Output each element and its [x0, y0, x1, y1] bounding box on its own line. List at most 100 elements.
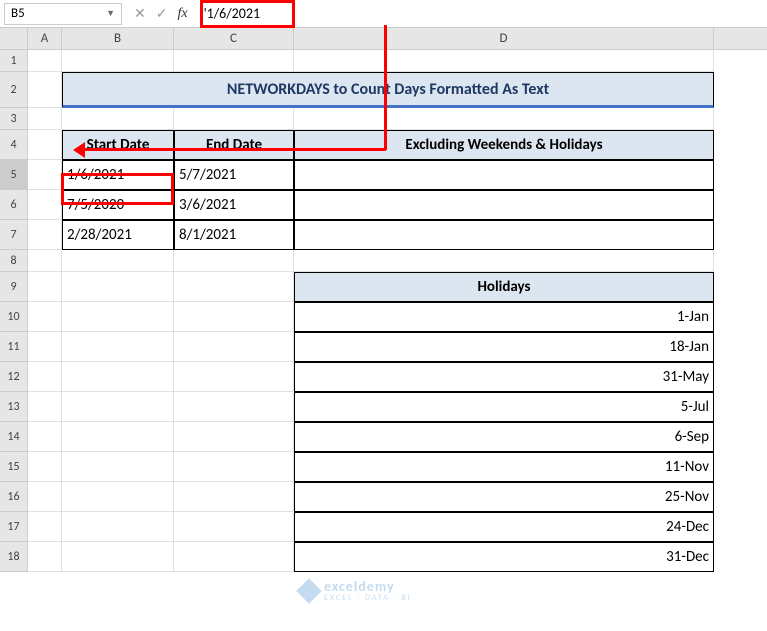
row-14: 14 6-Sep: [0, 422, 767, 452]
holidays-header[interactable]: Holidays: [294, 272, 714, 302]
row-header-14[interactable]: 14: [0, 422, 28, 452]
row-header-10[interactable]: 10: [0, 302, 28, 332]
holiday-4[interactable]: 6-Sep: [294, 422, 714, 452]
cell-C13[interactable]: [174, 392, 294, 422]
cell-A8[interactable]: [28, 250, 62, 272]
cell-B7[interactable]: 2/28/2021: [62, 220, 174, 250]
col-header-D[interactable]: D: [294, 28, 714, 49]
cell-A17[interactable]: [28, 512, 62, 542]
cell-B9[interactable]: [62, 272, 174, 302]
cell-A13[interactable]: [28, 392, 62, 422]
name-box-value: B5: [11, 6, 25, 21]
holiday-7[interactable]: 24-Dec: [294, 512, 714, 542]
cell-A15[interactable]: [28, 452, 62, 482]
header-end-date[interactable]: End Date: [174, 130, 294, 160]
row-header-12[interactable]: 12: [0, 362, 28, 392]
row-header-13[interactable]: 13: [0, 392, 28, 422]
cell-B3[interactable]: [62, 108, 174, 130]
row-header-6[interactable]: 6: [0, 190, 28, 220]
col-header-C[interactable]: C: [174, 28, 294, 49]
cell-A11[interactable]: [28, 332, 62, 362]
cell-A2[interactable]: [28, 72, 62, 108]
cell-D6[interactable]: [294, 190, 714, 220]
cell-C1[interactable]: [174, 50, 294, 72]
cell-C14[interactable]: [174, 422, 294, 452]
cell-C17[interactable]: [174, 512, 294, 542]
cell-C15[interactable]: [174, 452, 294, 482]
cell-A1[interactable]: [28, 50, 62, 72]
row-header-5[interactable]: 5: [0, 160, 28, 190]
cell-C7[interactable]: 8/1/2021: [174, 220, 294, 250]
cell-C10[interactable]: [174, 302, 294, 332]
header-excluding[interactable]: Excluding Weekends & Holidays: [294, 130, 714, 160]
cell-B6[interactable]: 7/5/2020: [62, 190, 174, 220]
cell-C18[interactable]: [174, 542, 294, 572]
cell-B1[interactable]: [62, 50, 174, 72]
col-header-A[interactable]: A: [28, 28, 62, 49]
cell-B15[interactable]: [62, 452, 174, 482]
cell-D3[interactable]: [294, 108, 714, 130]
cell-B14[interactable]: [62, 422, 174, 452]
cell-A7[interactable]: [28, 220, 62, 250]
title-cell[interactable]: NETWORKDAYS to Count Days Formatted As T…: [62, 72, 714, 108]
cell-A6[interactable]: [28, 190, 62, 220]
cell-A9[interactable]: [28, 272, 62, 302]
cell-A4[interactable]: [28, 130, 62, 160]
row-header-18[interactable]: 18: [0, 542, 28, 572]
cell-B11[interactable]: [62, 332, 174, 362]
cell-C3[interactable]: [174, 108, 294, 130]
cell-C9[interactable]: [174, 272, 294, 302]
cell-A14[interactable]: [28, 422, 62, 452]
cell-B17[interactable]: [62, 512, 174, 542]
cell-C16[interactable]: [174, 482, 294, 512]
row-header-3[interactable]: 3: [0, 108, 28, 130]
cell-D1[interactable]: [294, 50, 714, 72]
formula-input[interactable]: '1/6/2021: [200, 3, 763, 25]
holiday-5[interactable]: 11-Nov: [294, 452, 714, 482]
cell-B16[interactable]: [62, 482, 174, 512]
cell-B8[interactable]: [62, 250, 174, 272]
select-all-corner[interactable]: [0, 28, 28, 49]
holiday-3[interactable]: 5-Jul: [294, 392, 714, 422]
row-header-1[interactable]: 1: [0, 50, 28, 72]
cell-C5[interactable]: 5/7/2021: [174, 160, 294, 190]
cell-D7[interactable]: [294, 220, 714, 250]
cell-B5[interactable]: 1/6/2021: [62, 160, 174, 190]
row-header-8[interactable]: 8: [0, 250, 28, 272]
row-header-7[interactable]: 7: [0, 220, 28, 250]
cell-B12[interactable]: [62, 362, 174, 392]
cell-C12[interactable]: [174, 362, 294, 392]
enter-icon[interactable]: ✓: [156, 5, 168, 22]
cell-D8[interactable]: [294, 250, 714, 272]
chevron-down-icon[interactable]: ▼: [106, 8, 115, 19]
holiday-8[interactable]: 31-Dec: [294, 542, 714, 572]
row-header-2[interactable]: 2: [0, 72, 28, 108]
cell-A10[interactable]: [28, 302, 62, 332]
cell-B10[interactable]: [62, 302, 174, 332]
cell-A12[interactable]: [28, 362, 62, 392]
fx-icon[interactable]: fx: [177, 6, 187, 22]
cell-A5[interactable]: [28, 160, 62, 190]
cell-C11[interactable]: [174, 332, 294, 362]
row-header-16[interactable]: 16: [0, 482, 28, 512]
row-header-11[interactable]: 11: [0, 332, 28, 362]
cell-A16[interactable]: [28, 482, 62, 512]
cell-C8[interactable]: [174, 250, 294, 272]
cell-C6[interactable]: 3/6/2021: [174, 190, 294, 220]
row-header-9[interactable]: 9: [0, 272, 28, 302]
cell-B18[interactable]: [62, 542, 174, 572]
name-box[interactable]: B5 ▼: [4, 3, 122, 25]
holiday-1[interactable]: 18-Jan: [294, 332, 714, 362]
holiday-6[interactable]: 25-Nov: [294, 482, 714, 512]
holiday-2[interactable]: 31-May: [294, 362, 714, 392]
cancel-icon[interactable]: ✕: [134, 5, 146, 22]
cell-D5[interactable]: [294, 160, 714, 190]
row-header-4[interactable]: 4: [0, 130, 28, 160]
cell-B13[interactable]: [62, 392, 174, 422]
row-header-17[interactable]: 17: [0, 512, 28, 542]
cell-A3[interactable]: [28, 108, 62, 130]
holiday-0[interactable]: 1-Jan: [294, 302, 714, 332]
row-header-15[interactable]: 15: [0, 452, 28, 482]
cell-A18[interactable]: [28, 542, 62, 572]
col-header-B[interactable]: B: [62, 28, 174, 49]
